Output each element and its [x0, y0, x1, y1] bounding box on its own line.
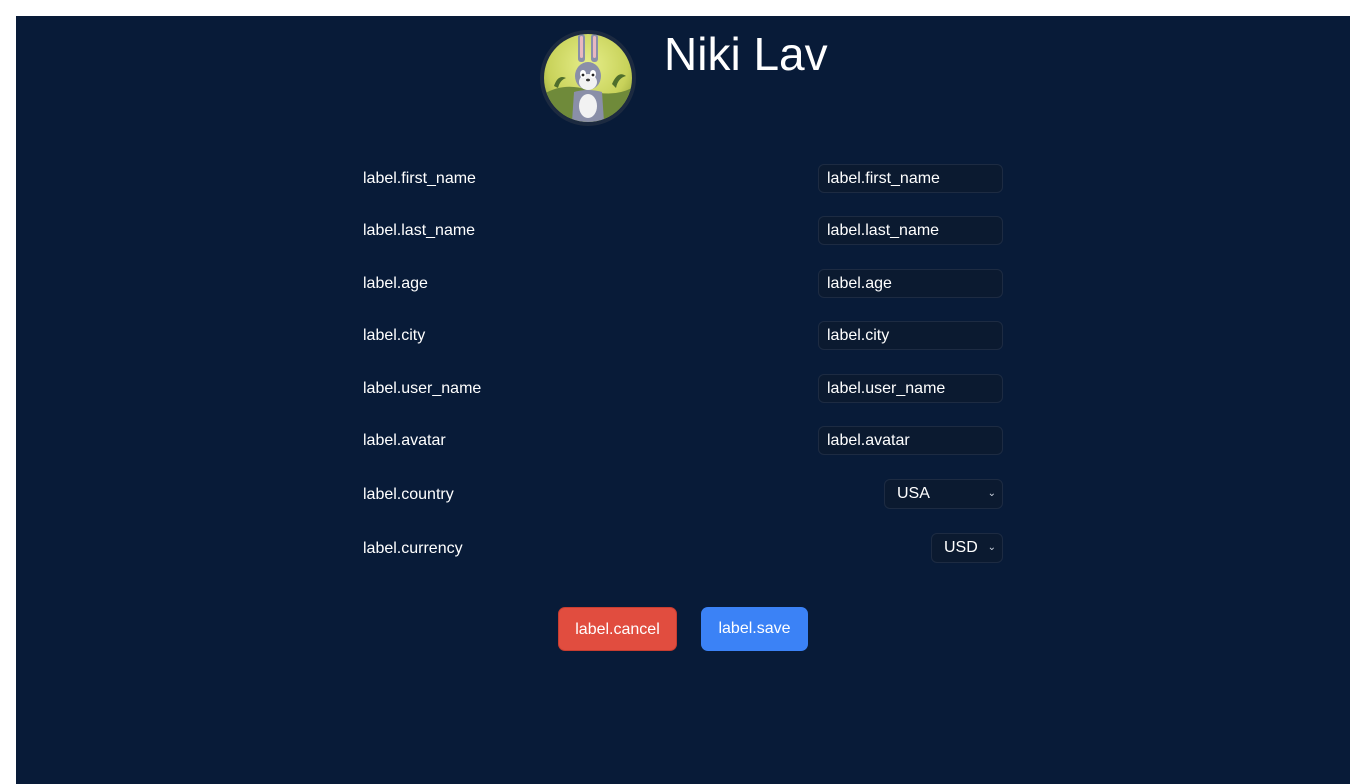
country-label: label.country	[363, 486, 454, 503]
avatar	[540, 30, 636, 126]
cancel-button[interactable]: label.cancel	[558, 607, 677, 651]
age-input[interactable]	[818, 269, 1003, 298]
chevron-down-icon: ⌄	[987, 542, 996, 553]
profile-panel: Niki Lav label.first_name label.last_nam…	[16, 16, 1350, 784]
chevron-down-icon: ⌄	[987, 488, 996, 499]
city-label: label.city	[363, 327, 426, 344]
age-label: label.age	[363, 275, 428, 292]
currency-label: label.currency	[363, 540, 463, 557]
user-name-input[interactable]	[818, 374, 1003, 403]
currency-select[interactable]: USD ⌄	[931, 533, 1003, 563]
avatar-label: label.avatar	[363, 432, 446, 449]
first-name-input[interactable]	[818, 164, 1003, 193]
avatar-image	[544, 34, 632, 122]
country-select[interactable]: USA ⌄	[884, 479, 1003, 509]
last-name-label: label.last_name	[363, 222, 476, 239]
country-select-value: USA	[897, 485, 930, 502]
city-input[interactable]	[818, 321, 1003, 350]
currency-select-value: USD	[944, 539, 978, 556]
first-name-label: label.first_name	[363, 170, 476, 187]
user-name-label: label.user_name	[363, 380, 482, 397]
save-button[interactable]: label.save	[701, 607, 808, 651]
avatar-input[interactable]	[818, 426, 1003, 455]
last-name-input[interactable]	[818, 216, 1003, 245]
profile-name: Niki Lav	[664, 28, 828, 80]
